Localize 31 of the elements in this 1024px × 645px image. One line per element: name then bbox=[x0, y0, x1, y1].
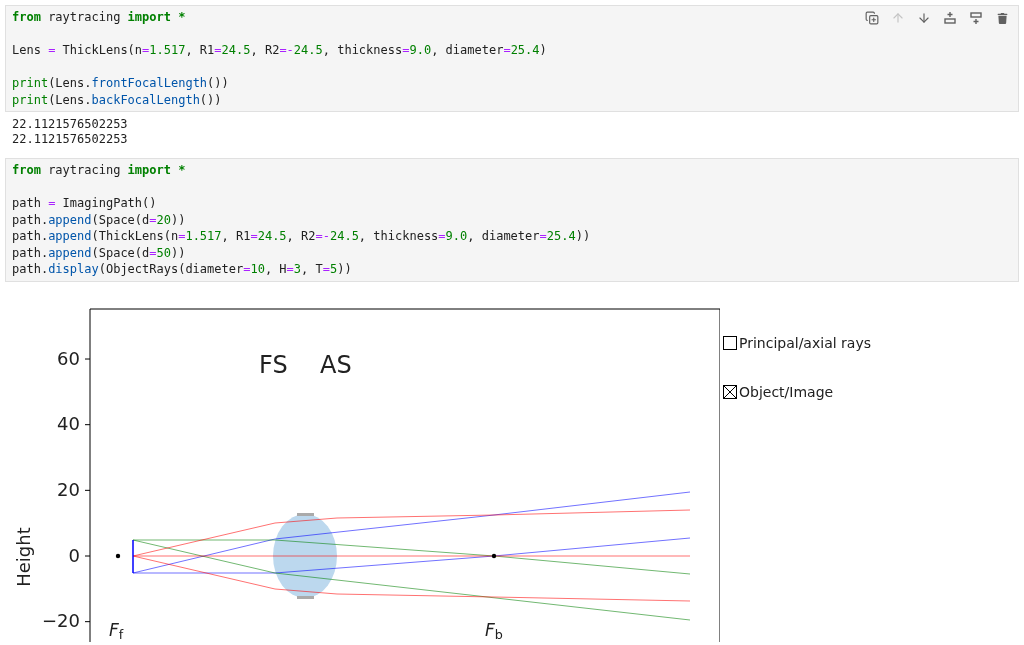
code-line: print(Lens.backFocalLength()) bbox=[12, 91, 222, 108]
focal-point-label: F$_{f}$ bbox=[109, 619, 124, 640]
checkbox[interactable] bbox=[723, 336, 737, 350]
insert-above-icon[interactable] bbox=[942, 10, 958, 26]
code-line: print(Lens.frontFocalLength()) bbox=[12, 75, 229, 92]
y-tick-label: 40 bbox=[57, 414, 80, 435]
code-line: Lens = ThickLens(n=1.517, R1=24.5, R2=-24.5, thickness=9.0, diameter=25.4) bbox=[12, 42, 547, 59]
code-line: from raytracing import * bbox=[12, 162, 186, 179]
checkbox-label: Principal/axial rays bbox=[739, 333, 871, 353]
code-line: from raytracing import * bbox=[12, 9, 186, 26]
y-axis-label: Height bbox=[13, 526, 34, 587]
code-line: path.append(Space(d=20)) bbox=[12, 211, 186, 228]
code-cell[interactable] bbox=[5, 158, 1019, 282]
y-tick-label: 20 bbox=[57, 479, 80, 500]
checkbox-label: Object/Image bbox=[739, 382, 834, 402]
output-text: 22.1121576502253 bbox=[12, 132, 128, 147]
code-cell[interactable]: from raytracing import * Lens = ThickLens(n=1.517, R1=24.5, R2=-24.5, thickness=9.0, diameter=25.4) print(Lens.frontFocalLength()) print(Lens.backFocalLength()) bbox=[5, 5, 1019, 112]
y-tick-label: 0 bbox=[68, 545, 80, 566]
code-line: path.display(ObjectRays(diameter=10, H=3, T=5)) bbox=[12, 261, 352, 278]
code-line: path = ImagingPath() bbox=[12, 195, 157, 212]
insert-below-icon[interactable] bbox=[968, 10, 984, 26]
output-text: 22.1121576502253 bbox=[12, 117, 128, 132]
checkbox[interactable] bbox=[723, 385, 737, 399]
duplicate-icon[interactable] bbox=[864, 10, 880, 26]
focal-point-label: F$_{b}$ bbox=[485, 619, 503, 640]
y-tick-label: −20 bbox=[42, 611, 80, 632]
y-tick-label: 60 bbox=[57, 348, 80, 369]
stop-label: AS bbox=[320, 350, 352, 379]
stop-label: FS bbox=[259, 350, 288, 379]
code-line: path.append(Space(d=50)) bbox=[12, 244, 186, 261]
code-line: path.append(ThickLens(n=1.517, R1=24.5, R2=-24.5, thickness=9.0, diameter=25.4)) bbox=[12, 228, 591, 245]
